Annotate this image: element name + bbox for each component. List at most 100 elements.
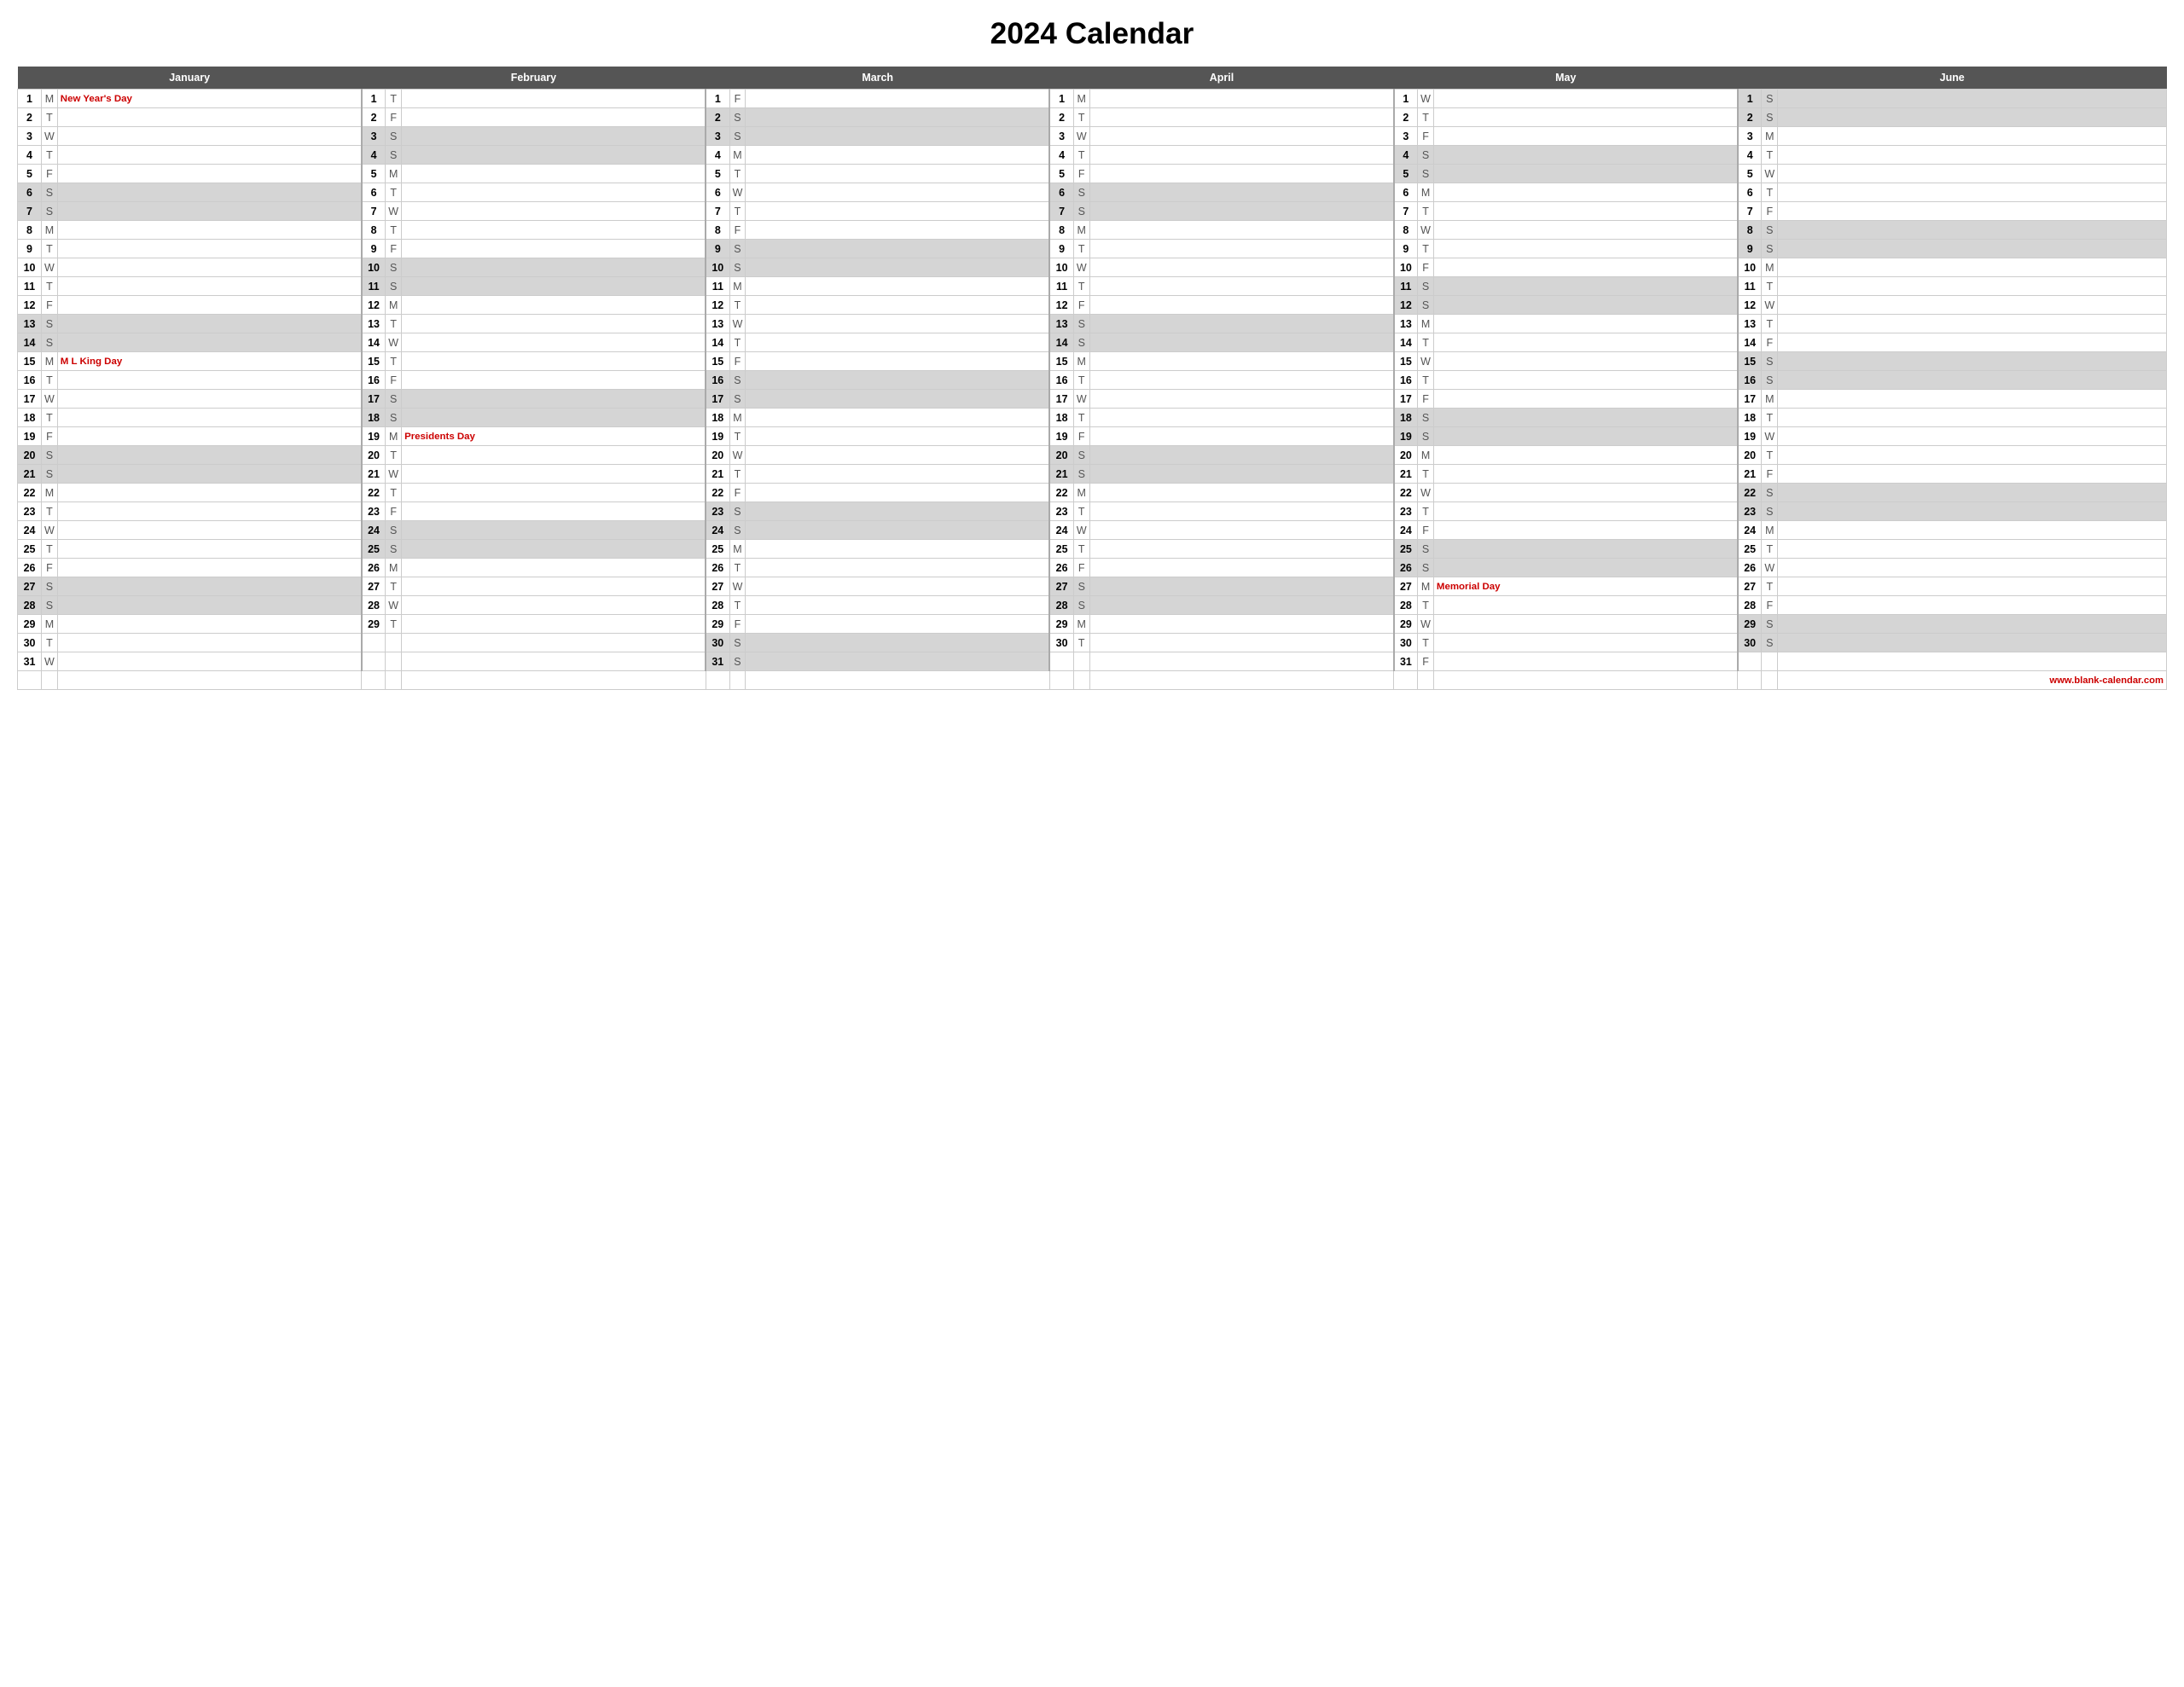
day-event [746, 596, 1050, 615]
day-event [1778, 652, 2167, 671]
day-event [57, 146, 362, 165]
day-number: 22 [1394, 484, 1418, 502]
day-letter: F [1418, 652, 1434, 671]
table-row: 30T30S30T30T30S [18, 634, 2167, 652]
day-event [746, 277, 1050, 296]
day-event [57, 484, 362, 502]
day-letter: S [1762, 502, 1778, 521]
day-event [1778, 296, 2167, 315]
day-letter [386, 652, 402, 671]
day-letter: F [1073, 559, 1089, 577]
website-link: www.blank-calendar.com [1778, 671, 2167, 690]
day-event [1778, 427, 2167, 446]
day-letter: S [1762, 90, 1778, 108]
day-event: M L King Day [57, 352, 362, 371]
day-number: 15 [1738, 352, 1762, 371]
day-event [1778, 521, 2167, 540]
table-row: 17W17S17S17W17F17M [18, 390, 2167, 409]
day-number: 28 [706, 596, 729, 615]
day-letter: F [729, 221, 746, 240]
day-event [402, 484, 706, 502]
day-number: 30 [1738, 634, 1762, 652]
day-letter: F [386, 502, 402, 521]
day-letter: T [42, 540, 58, 559]
day-event [402, 183, 706, 202]
day-event [746, 540, 1050, 559]
day-letter: M [729, 540, 746, 559]
day-event [402, 127, 706, 146]
day-letter: M [1762, 127, 1778, 146]
day-event [1433, 465, 1738, 484]
day-letter: T [1762, 315, 1778, 333]
day-letter: F [1073, 165, 1089, 183]
day-number: 11 [1394, 277, 1418, 296]
day-letter: S [386, 409, 402, 427]
day-event [746, 371, 1050, 390]
day-event [1089, 296, 1394, 315]
table-row: 16T16F16S16T16T16S [18, 371, 2167, 390]
day-number: 29 [706, 615, 729, 634]
day-letter: M [1418, 577, 1434, 596]
day-event [1433, 183, 1738, 202]
day-event [57, 427, 362, 446]
day-number: 8 [1394, 221, 1418, 240]
day-event [402, 577, 706, 596]
day-number: 3 [706, 127, 729, 146]
day-number: 27 [1394, 577, 1418, 596]
day-letter: M [1762, 521, 1778, 540]
day-number: 7 [706, 202, 729, 221]
day-event [402, 315, 706, 333]
day-number: 26 [706, 559, 729, 577]
day-letter: S [1073, 577, 1089, 596]
day-event [1433, 127, 1738, 146]
day-event [746, 484, 1050, 502]
day-event [1433, 540, 1738, 559]
day-number: 10 [1394, 258, 1418, 277]
day-letter: S [729, 634, 746, 652]
day-event [1433, 296, 1738, 315]
day-number: 14 [1738, 333, 1762, 352]
month-header-january: January [18, 67, 362, 90]
day-number: 2 [1049, 108, 1073, 127]
day-number: 3 [1049, 127, 1073, 146]
day-number: 21 [362, 465, 386, 484]
day-number: 19 [362, 427, 386, 446]
day-number: 12 [1738, 296, 1762, 315]
table-row: 28S28W28T28S28T28F [18, 596, 2167, 615]
day-letter: S [729, 127, 746, 146]
day-event [746, 446, 1050, 465]
day-letter: W [729, 446, 746, 465]
day-number: 21 [1738, 465, 1762, 484]
day-number: 7 [1394, 202, 1418, 221]
calendar-container: JanuaryFebruaryMarchAprilMayJune1MNew Ye… [17, 67, 2167, 690]
day-event [57, 634, 362, 652]
day-number: 3 [362, 127, 386, 146]
day-letter: W [42, 258, 58, 277]
day-number: 17 [1394, 390, 1418, 409]
day-number: 20 [18, 446, 42, 465]
day-event [1089, 427, 1394, 446]
day-event [1778, 540, 2167, 559]
day-letter: W [42, 127, 58, 146]
day-event [746, 127, 1050, 146]
day-number: 14 [362, 333, 386, 352]
day-event [402, 240, 706, 258]
day-number: 30 [1394, 634, 1418, 652]
table-row: 4T4S4M4T4S4T [18, 146, 2167, 165]
day-number: 9 [706, 240, 729, 258]
day-event [1089, 540, 1394, 559]
page-title: 2024 Calendar [17, 17, 2167, 51]
day-event [1778, 596, 2167, 615]
day-letter: S [1418, 296, 1434, 315]
day-event [57, 183, 362, 202]
day-letter: T [1073, 108, 1089, 127]
day-number: 9 [18, 240, 42, 258]
day-number: 8 [18, 221, 42, 240]
day-event [57, 240, 362, 258]
day-event [1089, 146, 1394, 165]
table-row: 1MNew Year's Day1T1F1M1W1S [18, 90, 2167, 108]
day-number [1738, 652, 1762, 671]
day-letter: M [42, 352, 58, 371]
table-row: 7S7W7T7S7T7F [18, 202, 2167, 221]
day-number: 25 [1738, 540, 1762, 559]
